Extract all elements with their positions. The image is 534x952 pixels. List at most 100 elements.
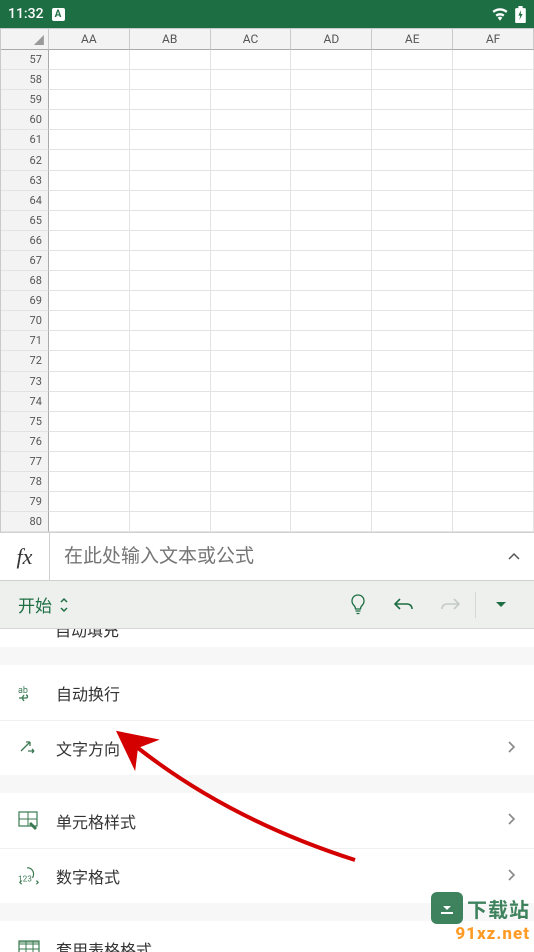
cell[interactable]	[49, 191, 130, 211]
row-header[interactable]: 70	[1, 311, 49, 331]
cell[interactable]	[49, 251, 130, 271]
cell[interactable]	[130, 231, 211, 251]
cell[interactable]	[130, 191, 211, 211]
cell[interactable]	[291, 50, 372, 70]
row-header[interactable]: 67	[1, 251, 49, 271]
col-header[interactable]: AE	[372, 29, 453, 50]
cell[interactable]	[372, 251, 453, 271]
cell[interactable]	[49, 291, 130, 311]
cell[interactable]	[211, 432, 292, 452]
cell[interactable]	[211, 472, 292, 492]
cell[interactable]	[372, 512, 453, 532]
cell[interactable]	[453, 452, 534, 472]
grid-row[interactable]: 62	[1, 150, 534, 170]
cell[interactable]	[453, 271, 534, 291]
grid-row[interactable]: 80	[1, 512, 534, 532]
cell[interactable]	[453, 472, 534, 492]
cell[interactable]	[291, 271, 372, 291]
cell[interactable]	[453, 311, 534, 331]
cell[interactable]	[372, 110, 453, 130]
cell[interactable]	[291, 130, 372, 150]
cell[interactable]	[49, 412, 130, 432]
row-header[interactable]: 71	[1, 331, 49, 351]
cell[interactable]	[130, 472, 211, 492]
cell[interactable]	[130, 412, 211, 432]
cell[interactable]	[453, 211, 534, 231]
fx-icon[interactable]: fx	[0, 533, 50, 580]
cell[interactable]	[130, 311, 211, 331]
row-header[interactable]: 78	[1, 472, 49, 492]
cell[interactable]	[291, 231, 372, 251]
cell[interactable]	[130, 512, 211, 532]
cell[interactable]	[130, 150, 211, 170]
grid-row[interactable]: 71	[1, 331, 534, 351]
cell[interactable]	[291, 331, 372, 351]
cell[interactable]	[49, 492, 130, 512]
row-header[interactable]: 80	[1, 512, 49, 532]
cell[interactable]	[372, 432, 453, 452]
cell[interactable]	[453, 50, 534, 70]
cell[interactable]	[211, 90, 292, 110]
cell[interactable]	[49, 211, 130, 231]
col-header[interactable]: AD	[291, 29, 372, 50]
cell[interactable]	[49, 130, 130, 150]
cell[interactable]	[49, 432, 130, 452]
option-cell-styles[interactable]: 单元格样式	[0, 793, 534, 848]
cell[interactable]	[130, 110, 211, 130]
cell[interactable]	[130, 50, 211, 70]
cell[interactable]	[130, 372, 211, 392]
grid-row[interactable]: 73	[1, 372, 534, 392]
grid-row[interactable]: 58	[1, 70, 534, 90]
row-header[interactable]: 66	[1, 231, 49, 251]
row-header[interactable]: 58	[1, 70, 49, 90]
cell[interactable]	[211, 392, 292, 412]
row-header[interactable]: 73	[1, 372, 49, 392]
row-header[interactable]: 75	[1, 412, 49, 432]
row-header[interactable]: 64	[1, 191, 49, 211]
row-header[interactable]: 79	[1, 492, 49, 512]
cell[interactable]	[49, 70, 130, 90]
cell[interactable]	[211, 110, 292, 130]
cell[interactable]	[453, 351, 534, 371]
cell[interactable]	[130, 492, 211, 512]
row-header[interactable]: 63	[1, 171, 49, 191]
cell[interactable]	[130, 90, 211, 110]
cell[interactable]	[211, 412, 292, 432]
cell[interactable]	[291, 492, 372, 512]
cell[interactable]	[211, 452, 292, 472]
cell[interactable]	[372, 130, 453, 150]
cell[interactable]	[211, 271, 292, 291]
ideas-button[interactable]	[335, 581, 381, 629]
cell[interactable]	[211, 492, 292, 512]
cell[interactable]	[130, 271, 211, 291]
grid-row[interactable]: 64	[1, 191, 534, 211]
cell[interactable]	[453, 331, 534, 351]
cell[interactable]	[49, 331, 130, 351]
col-header[interactable]: AA	[49, 29, 130, 50]
cell[interactable]	[49, 472, 130, 492]
cell[interactable]	[453, 432, 534, 452]
grid-row[interactable]: 76	[1, 432, 534, 452]
cell[interactable]	[291, 472, 372, 492]
col-header[interactable]: AB	[130, 29, 211, 50]
cell[interactable]	[211, 512, 292, 532]
grid-row[interactable]: 79	[1, 492, 534, 512]
cell[interactable]	[453, 492, 534, 512]
cell[interactable]	[211, 70, 292, 90]
cell[interactable]	[372, 472, 453, 492]
option-partial-top[interactable]: 自动填充	[0, 629, 534, 647]
cell[interactable]	[130, 331, 211, 351]
cell[interactable]	[372, 492, 453, 512]
row-header[interactable]: 59	[1, 90, 49, 110]
cell[interactable]	[49, 50, 130, 70]
cell[interactable]	[211, 50, 292, 70]
grid-row[interactable]: 66	[1, 231, 534, 251]
row-header[interactable]: 65	[1, 211, 49, 231]
cell[interactable]	[211, 150, 292, 170]
cell[interactable]	[211, 291, 292, 311]
cell[interactable]	[49, 311, 130, 331]
grid-row[interactable]: 60	[1, 110, 534, 130]
cell[interactable]	[372, 90, 453, 110]
cell[interactable]	[372, 191, 453, 211]
cell[interactable]	[211, 130, 292, 150]
